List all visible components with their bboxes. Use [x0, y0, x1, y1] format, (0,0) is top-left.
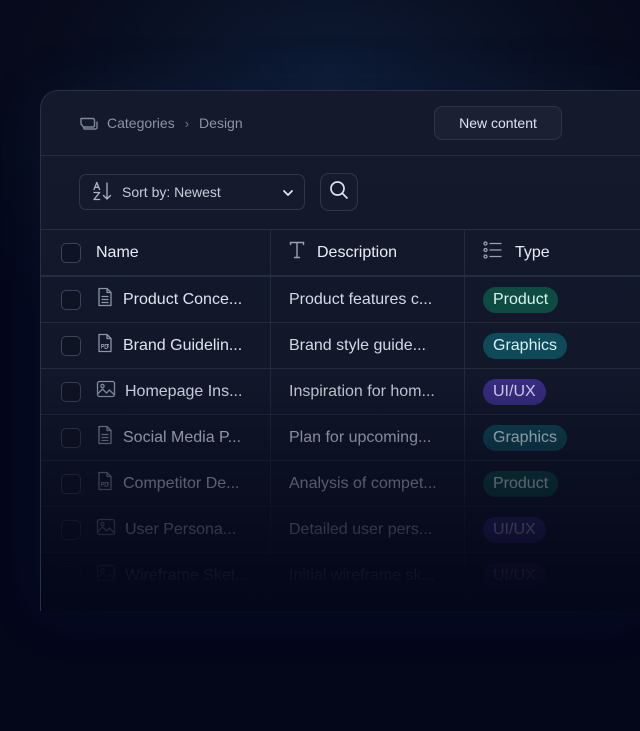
select-all-checkbox[interactable]: [61, 242, 81, 263]
row-checkbox[interactable]: [61, 289, 81, 310]
pdf-icon: [96, 471, 114, 496]
column-header-type[interactable]: Type: [515, 244, 550, 262]
breadcrumb-root[interactable]: Categories: [107, 115, 175, 131]
table-row[interactable]: Product Conce... Product features c... P…: [41, 276, 640, 322]
table-row[interactable]: Social Media P... Plan for upcoming... G…: [41, 414, 640, 460]
breadcrumb: Categories › Design: [79, 115, 243, 131]
chevron-down-icon: [282, 184, 294, 200]
table-row[interactable]: Wireframe Sket... Initial wireframe sk..…: [41, 552, 640, 598]
table-body: Product Conce... Product features c... P…: [41, 276, 640, 598]
row-name: Wireframe Sket...: [125, 566, 249, 584]
row-checkbox[interactable]: [61, 335, 81, 356]
type-badge: Graphics: [483, 332, 568, 359]
row-description: Product features c...: [289, 290, 433, 308]
row-checkbox[interactable]: [61, 473, 81, 494]
type-badge: Graphics: [483, 424, 568, 451]
type-badge: UI/UX: [483, 378, 546, 405]
type-badge: Product: [483, 470, 559, 497]
content-table: Name Description Type Product Conce... P…: [41, 229, 640, 598]
table-row[interactable]: Brand Guidelin... Brand style guide... G…: [41, 322, 640, 368]
text-type-icon: [289, 241, 305, 264]
row-name: Social Media P...: [123, 428, 241, 446]
image-icon: [96, 380, 116, 403]
row-description: Analysis of compet...: [289, 474, 437, 492]
document-icon: [96, 287, 114, 312]
search-button[interactable]: [320, 173, 358, 211]
row-description: Plan for upcoming...: [289, 428, 432, 446]
sort-label: Sort by: Newest: [122, 184, 221, 200]
column-header-name[interactable]: Name: [96, 244, 139, 262]
type-badge: UI/UX: [483, 562, 546, 589]
row-checkbox[interactable]: [61, 381, 81, 402]
new-content-button[interactable]: New content: [434, 106, 562, 140]
image-icon: [96, 564, 116, 587]
row-checkbox[interactable]: [61, 565, 81, 586]
column-header-description[interactable]: Description: [317, 244, 397, 262]
table-header-row: Name Description Type: [41, 229, 640, 276]
row-name: User Persona...: [125, 520, 237, 538]
row-description: Initial wireframe sk...: [289, 566, 435, 584]
breadcrumb-separator: ›: [184, 115, 190, 131]
breadcrumb-current[interactable]: Design: [199, 115, 243, 131]
type-badge: UI/UX: [483, 516, 546, 543]
toolbar: Sort by: Newest: [41, 156, 640, 230]
row-description: Inspiration for hom...: [289, 382, 435, 400]
document-icon: [96, 425, 114, 450]
row-name: Product Conce...: [123, 290, 243, 308]
row-description: Detailed user pers...: [289, 520, 433, 538]
table-row[interactable]: Competitor De... Analysis of compet... P…: [41, 460, 640, 506]
row-description: Brand style guide...: [289, 336, 426, 354]
folder-icon: [79, 115, 99, 131]
list-icon: [483, 241, 503, 264]
panel-header: Categories › Design New content: [41, 91, 640, 156]
row-checkbox[interactable]: [61, 519, 81, 540]
sort-select[interactable]: Sort by: Newest: [79, 174, 305, 210]
pdf-icon: [96, 333, 114, 358]
row-name: Competitor De...: [123, 474, 240, 492]
content-panel: Categories › Design New content Sort by:…: [40, 90, 640, 611]
table-row[interactable]: Homepage Ins... Inspiration for hom... U…: [41, 368, 640, 414]
sort-az-icon: [92, 181, 114, 204]
type-badge: Product: [483, 286, 559, 313]
image-icon: [96, 518, 116, 541]
row-name: Brand Guidelin...: [123, 336, 243, 354]
row-name: Homepage Ins...: [125, 382, 243, 400]
row-checkbox[interactable]: [61, 427, 81, 448]
search-icon: [329, 180, 349, 205]
table-row[interactable]: User Persona... Detailed user pers... UI…: [41, 506, 640, 552]
